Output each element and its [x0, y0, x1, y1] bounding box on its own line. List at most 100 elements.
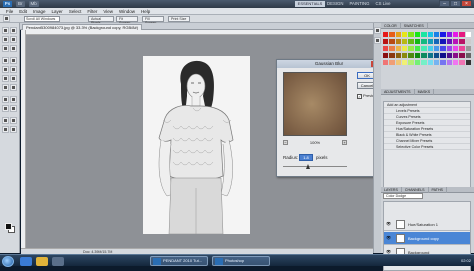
tab-swatches[interactable]: SWATCHES: [401, 23, 428, 29]
menu-filter[interactable]: Filter: [87, 8, 97, 14]
explorer-icon[interactable]: [36, 257, 48, 266]
swatch[interactable]: [427, 60, 433, 65]
taskbar-task-photoshop[interactable]: Photoshop: [212, 256, 270, 266]
swatch[interactable]: [440, 46, 446, 51]
swatch[interactable]: [421, 46, 427, 51]
tab-paths[interactable]: PATHS: [429, 187, 447, 193]
swatch[interactable]: [452, 53, 459, 58]
zoom-out-icon[interactable]: −: [283, 139, 288, 145]
swatch[interactable]: [446, 32, 452, 37]
close-icon[interactable]: ×: [461, 0, 472, 7]
3d-rotate-tool-icon[interactable]: [2, 117, 9, 124]
swatch[interactable]: [414, 60, 421, 65]
swatch[interactable]: [383, 39, 389, 44]
swatch[interactable]: [389, 53, 395, 58]
clone-stamp-tool-icon[interactable]: [2, 66, 9, 73]
swatch[interactable]: [465, 60, 471, 65]
crop-tool-icon[interactable]: [2, 45, 9, 52]
zoom-tool-icon[interactable]: [3, 15, 10, 22]
swatch[interactable]: [433, 53, 440, 58]
swatches-grid[interactable]: [383, 32, 471, 66]
ie-icon[interactable]: [20, 257, 32, 266]
swatch[interactable]: [440, 53, 446, 58]
shape-tool-icon[interactable]: [10, 105, 17, 112]
swatch[interactable]: [459, 46, 465, 51]
healing-brush-tool-icon[interactable]: [2, 57, 9, 64]
swatch[interactable]: [421, 53, 427, 58]
swatch[interactable]: [433, 46, 440, 51]
lasso-tool-icon[interactable]: [2, 36, 9, 43]
adjustment-preset-item[interactable]: Selective Color Presets: [384, 144, 470, 150]
swatch[interactable]: [383, 32, 389, 37]
color-swatches[interactable]: [5, 223, 15, 233]
print-size-button[interactable]: Print Size: [168, 16, 190, 22]
workspace-painting[interactable]: PAINTING: [349, 1, 369, 7]
hand-tool-icon[interactable]: [2, 126, 9, 133]
scroll-all-windows-checkbox[interactable]: Scroll All Windows: [24, 16, 60, 22]
quick-select-tool-icon[interactable]: [10, 36, 17, 43]
swatch[interactable]: [408, 32, 414, 37]
swatch[interactable]: [427, 53, 433, 58]
eye-icon[interactable]: 👁: [386, 236, 391, 240]
maximize-icon[interactable]: □: [450, 0, 461, 7]
blur-preview-window[interactable]: [283, 72, 347, 136]
swatch[interactable]: [433, 32, 440, 37]
menu-window[interactable]: Window: [119, 8, 135, 14]
workspace-essentials-button[interactable]: ESSENTIALS: [295, 1, 325, 7]
marquee-tool-icon[interactable]: [10, 27, 17, 34]
eye-icon[interactable]: 👁: [386, 222, 391, 226]
swatch[interactable]: [383, 53, 389, 58]
swatch[interactable]: [440, 39, 446, 44]
swatch[interactable]: [389, 32, 395, 37]
swatch[interactable]: [395, 60, 402, 65]
swatch[interactable]: [395, 39, 402, 44]
blur-tool-icon[interactable]: [2, 84, 9, 91]
swatch[interactable]: [414, 53, 421, 58]
tab-masks[interactable]: MASKS: [415, 89, 435, 95]
blend-mode-select[interactable]: Color Dodge: [383, 193, 423, 199]
swatch[interactable]: [452, 32, 459, 37]
swatch[interactable]: [421, 39, 427, 44]
path-select-tool-icon[interactable]: [2, 105, 9, 112]
swatch[interactable]: [408, 60, 414, 65]
swatch[interactable]: [440, 60, 446, 65]
menu-layer[interactable]: Layer: [52, 8, 63, 14]
swatch[interactable]: [452, 46, 459, 51]
swatch[interactable]: [389, 60, 395, 65]
vertical-ruler[interactable]: [21, 30, 26, 248]
foreground-color[interactable]: [5, 223, 12, 230]
dialog-title[interactable]: Gaussian Blur: [277, 60, 381, 68]
swatch[interactable]: [421, 32, 427, 37]
swatch[interactable]: [414, 32, 421, 37]
swatch[interactable]: [459, 39, 465, 44]
swatch[interactable]: [383, 60, 389, 65]
bridge-button[interactable]: Br: [16, 1, 25, 7]
system-clock[interactable]: 02:02: [461, 256, 471, 266]
swatch[interactable]: [465, 53, 471, 58]
swatch[interactable]: [408, 46, 414, 51]
swatch[interactable]: [465, 32, 471, 37]
swatch[interactable]: [427, 39, 433, 44]
pen-tool-icon[interactable]: [2, 96, 9, 103]
history-brush-tool-icon[interactable]: [10, 66, 17, 73]
swatch[interactable]: [408, 53, 414, 58]
swatch[interactable]: [395, 53, 402, 58]
swatch[interactable]: [427, 46, 433, 51]
swatch[interactable]: [402, 39, 408, 44]
swatch[interactable]: [414, 39, 421, 44]
swatch[interactable]: [402, 46, 408, 51]
preview-check-icon[interactable]: ✓: [357, 93, 362, 99]
menu-file[interactable]: File: [6, 8, 13, 14]
minimize-icon[interactable]: –: [439, 0, 450, 7]
zoom-in-icon[interactable]: +: [341, 139, 347, 145]
radius-slider[interactable]: [283, 166, 347, 167]
swatch[interactable]: [440, 32, 446, 37]
swatch[interactable]: [452, 60, 459, 65]
fit-screen-button[interactable]: Fit Screen: [116, 16, 138, 25]
eraser-tool-icon[interactable]: [2, 75, 9, 82]
layer-row[interactable]: 👁 Hue/Saturation 1: [384, 218, 470, 231]
swatch[interactable]: [402, 32, 408, 37]
radius-input[interactable]: 1.8: [299, 154, 313, 161]
document-image[interactable]: [143, 56, 250, 234]
swatch[interactable]: [465, 39, 471, 44]
